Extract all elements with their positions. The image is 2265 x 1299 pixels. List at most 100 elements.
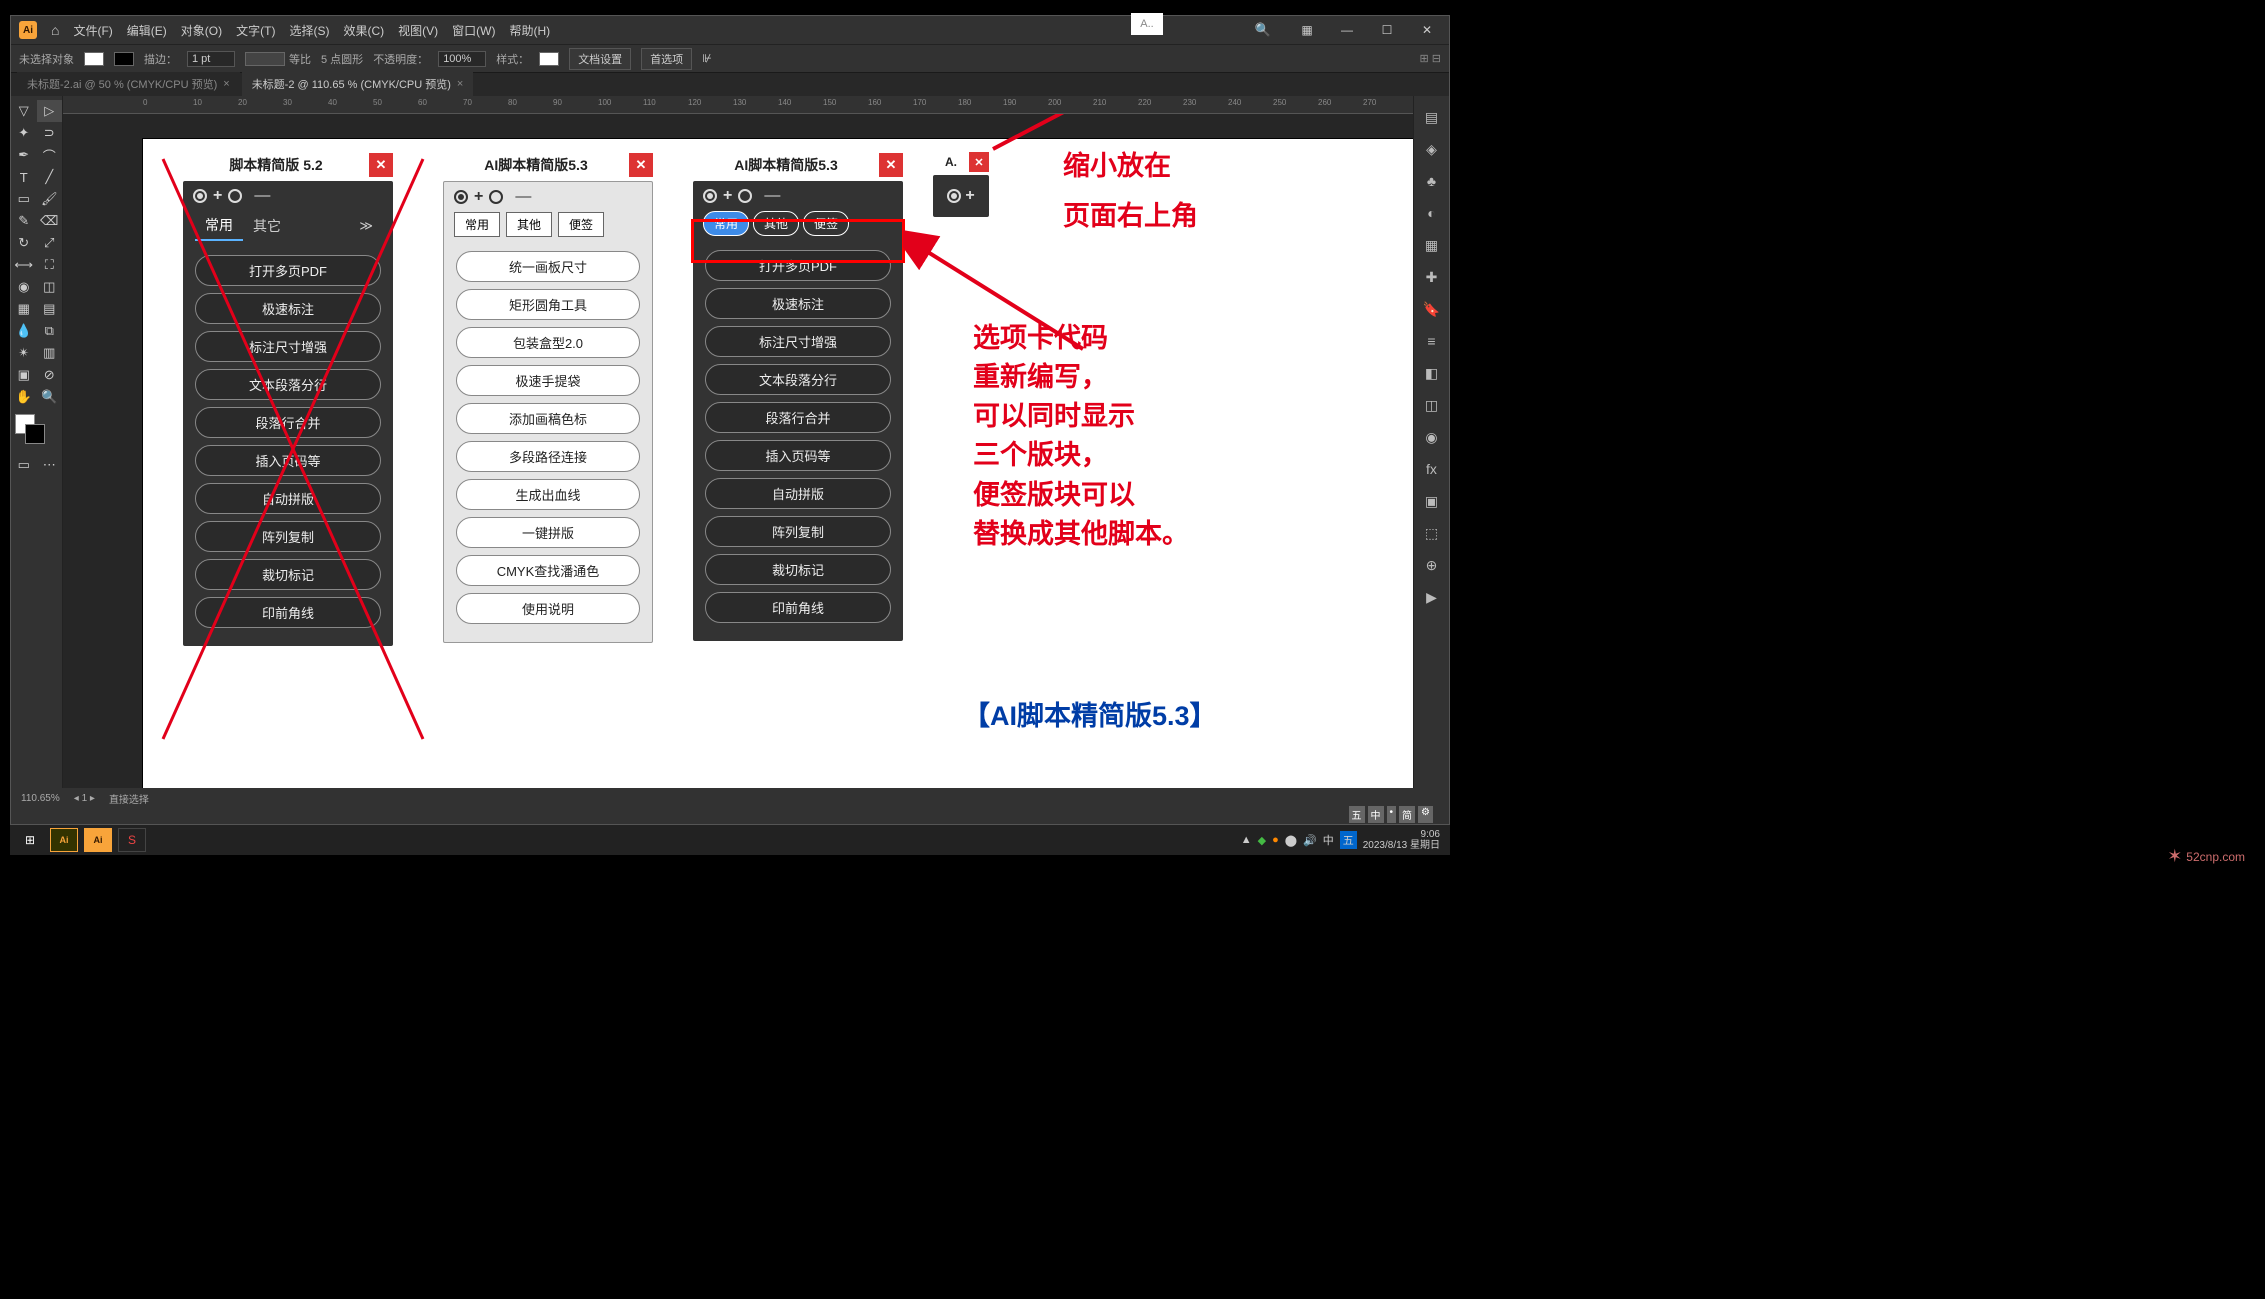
panel53light-btn-4[interactable]: 添加画稿色标 — [456, 403, 640, 434]
direct-selection-tool[interactable]: ▷ — [37, 100, 63, 122]
symbols-panel-icon[interactable]: 🔖 — [1421, 298, 1443, 320]
menu-edit[interactable]: 编辑(E) — [127, 22, 167, 39]
panel53dark-btn-1[interactable]: 极速标注 — [705, 288, 891, 319]
swatches-panel-icon[interactable]: ▦ — [1421, 234, 1443, 256]
panel53light-tab-notes[interactable]: 便签 — [558, 212, 604, 237]
rotate-tool[interactable]: ↻ — [11, 232, 37, 254]
preferences-button[interactable]: 首选项 — [641, 48, 692, 70]
blend-tool[interactable]: ⧉ — [37, 320, 63, 342]
opacity-input[interactable] — [438, 51, 486, 67]
rectangle-tool[interactable]: ▭ — [11, 188, 37, 210]
panel52-btn-1[interactable]: 极速标注 — [195, 293, 381, 324]
libraries-panel-icon[interactable]: ♣ — [1421, 170, 1443, 192]
radio-option-icon[interactable] — [738, 189, 752, 203]
panel53light-btn-1[interactable]: 矩形圆角工具 — [456, 289, 640, 320]
align-panel-icon[interactable]: ▣ — [1421, 490, 1443, 512]
color-swatches[interactable] — [15, 414, 58, 448]
menu-help[interactable]: 帮助(H) — [509, 22, 550, 39]
curvature-tool[interactable]: ⌒ — [37, 144, 63, 166]
ime-icon[interactable]: 五 — [1349, 806, 1365, 823]
panel52-btn-3[interactable]: 文本段落分行 — [195, 369, 381, 400]
properties-panel-icon[interactable]: ▤ — [1421, 106, 1443, 128]
magic-wand-tool[interactable]: ✦ — [11, 122, 37, 144]
uniform-label[interactable]: 等比 — [289, 51, 311, 67]
edit-toolbar[interactable]: ⋯ — [37, 454, 63, 476]
radio-option-icon[interactable] — [947, 189, 961, 203]
graph-tool[interactable]: ▥ — [37, 342, 63, 364]
selection-tool[interactable]: ▽ — [11, 100, 37, 122]
artboard-nav[interactable]: ◂ 1 ▸ — [74, 793, 95, 804]
screen-mode[interactable]: ▭ — [11, 454, 37, 476]
transparency-panel-icon[interactable]: ◫ — [1421, 394, 1443, 416]
menu-object[interactable]: 对象(O) — [181, 22, 222, 39]
ime-icon[interactable]: 简 — [1399, 806, 1415, 823]
style-swatch[interactable] — [539, 52, 559, 66]
panel53dark-btn-8[interactable]: 裁切标记 — [705, 554, 891, 585]
taskbar-ai-active-icon[interactable]: Ai — [84, 828, 112, 852]
home-icon[interactable]: ⌂ — [51, 22, 59, 38]
ime-icon[interactable]: ⚙ — [1418, 806, 1433, 823]
panel52-close-button[interactable]: ✕ — [369, 153, 393, 177]
clock[interactable]: 9:06 2023/8/13 星期日 — [1363, 829, 1444, 851]
panel53dark-btn-3[interactable]: 文本段落分行 — [705, 364, 891, 395]
lasso-tool[interactable]: ⊃ — [37, 122, 63, 144]
panel53light-btn-6[interactable]: 生成出血线 — [456, 479, 640, 510]
panel52-tab-common[interactable]: 常用 — [195, 211, 243, 241]
tray-icon[interactable]: ● — [1272, 834, 1279, 846]
gradient-tool[interactable]: ▤ — [37, 298, 63, 320]
brush-tool[interactable]: 🖌 — [37, 188, 63, 210]
doc-tab-2[interactable]: 未标题-2 @ 110.65 % (CMYK/CPU 预览)× — [242, 72, 474, 96]
radio-option-icon[interactable] — [228, 189, 242, 203]
panel53light-tab-other[interactable]: 其他 — [506, 212, 552, 237]
taskbar-app-icon[interactable]: S — [118, 828, 146, 852]
menu-select[interactable]: 选择(S) — [289, 22, 329, 39]
color-panel-icon[interactable]: ◐ — [1421, 202, 1443, 224]
panel53light-btn-2[interactable]: 包装盒型2.0 — [456, 327, 640, 358]
pen-tool[interactable]: ✒ — [11, 144, 37, 166]
menu-view[interactable]: 视图(V) — [398, 22, 438, 39]
ime-icon[interactable]: 五 — [1340, 831, 1357, 849]
panel53dark-btn-4[interactable]: 段落行合并 — [705, 402, 891, 433]
radio-option-icon[interactable] — [454, 190, 468, 204]
appearance-panel-icon[interactable]: ◉ — [1421, 426, 1443, 448]
panel52-tab-other[interactable]: 其它 — [243, 212, 291, 240]
close-tab-icon[interactable]: × — [223, 78, 229, 90]
artboard-tool[interactable]: ▣ — [11, 364, 37, 386]
eraser-tool[interactable]: ⌫ — [37, 210, 63, 232]
panel53dark-btn-2[interactable]: 标注尺寸增强 — [705, 326, 891, 357]
panel52-btn-5[interactable]: 插入页码等 — [195, 445, 381, 476]
mesh-tool[interactable]: ▦ — [11, 298, 37, 320]
document-setup-button[interactable]: 文档设置 — [569, 48, 631, 70]
brush-label[interactable]: 5 点圆形 — [321, 51, 363, 67]
slice-tool[interactable]: ⊘ — [37, 364, 63, 386]
pathfinder-panel-icon[interactable]: ⬚ — [1421, 522, 1443, 544]
panel53light-btn-3[interactable]: 极速手提袋 — [456, 365, 640, 396]
panel53dark-btn-9[interactable]: 印前角线 — [705, 592, 891, 623]
panel53dark-btn-6[interactable]: 自动拼版 — [705, 478, 891, 509]
shaper-tool[interactable]: ✎ — [11, 210, 37, 232]
align-icon[interactable]: ⊮ — [702, 52, 712, 65]
radio-option-icon[interactable] — [703, 189, 717, 203]
panel52-btn-8[interactable]: 裁切标记 — [195, 559, 381, 590]
radio-option-icon[interactable] — [489, 190, 503, 204]
panel53light-btn-7[interactable]: 一键拼版 — [456, 517, 640, 548]
stroke-weight-input[interactable] — [187, 51, 235, 67]
panel53dark-btn-5[interactable]: 插入页码等 — [705, 440, 891, 471]
panel-collapse-icon[interactable]: ⊞ ⊟ — [1420, 52, 1442, 65]
layers-panel-icon[interactable]: ◈ — [1421, 138, 1443, 160]
line-tool[interactable]: ╱ — [37, 166, 63, 188]
type-tool[interactable]: T — [11, 166, 37, 188]
panel53dark-close-button[interactable]: ✕ — [879, 153, 903, 177]
panel53light-btn-0[interactable]: 统一画板尺寸 — [456, 251, 640, 282]
zoom-level[interactable]: 110.65% — [21, 793, 60, 804]
fill-swatch[interactable] — [84, 52, 104, 66]
panel52-btn-9[interactable]: 印前角线 — [195, 597, 381, 628]
perspective-tool[interactable]: ◫ — [37, 276, 63, 298]
close-tab-icon[interactable]: × — [457, 78, 463, 90]
menu-effect[interactable]: 效果(C) — [343, 22, 384, 39]
taskbar-ai-icon[interactable]: Ai — [50, 828, 78, 852]
panel52-btn-6[interactable]: 自动拼版 — [195, 483, 381, 514]
panel53light-btn-8[interactable]: CMYK查找潘通色 — [456, 555, 640, 586]
system-tray[interactable]: ▲ ◆ ● ⬤ 🔊 中 五 — [1241, 831, 1357, 849]
scale-tool[interactable]: ⤢ — [37, 232, 63, 254]
